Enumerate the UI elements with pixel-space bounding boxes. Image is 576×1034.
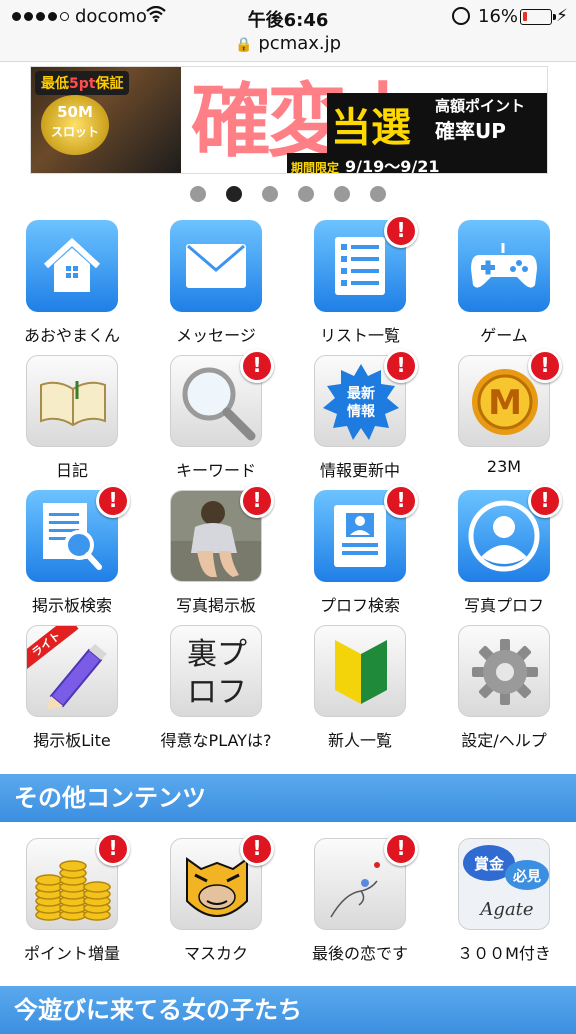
notification-badge-icon: ! [384, 349, 418, 383]
svg-text:最新: 最新 [347, 385, 375, 402]
svg-text:Agate: Agate [478, 899, 533, 920]
other-tile-3[interactable]: 賞金 必見 Agate ３００M付き [432, 838, 576, 972]
pager-dot[interactable] [370, 186, 386, 202]
envelope-icon [170, 220, 262, 312]
pager-dot[interactable] [334, 186, 350, 202]
house-icon [26, 220, 118, 312]
tile-label: 情報更新中 [319, 461, 400, 480]
tile-label: 掲示板Lite [33, 731, 111, 750]
tile-label: 掲示板検索 [31, 596, 112, 615]
main-menu-grid: あおやまくん メッセージ! リスト一覧 ゲーム 日記! キーワード 最新 情報! 情報更新中 M!… [0, 214, 576, 760]
pager-dot[interactable] [298, 186, 314, 202]
other-tile-1[interactable]: ! マスカク [144, 832, 288, 972]
tile-label: 写真掲示板 [175, 596, 256, 615]
tile-label: マスカク [183, 944, 248, 963]
tile-label: プロフ検索 [319, 596, 400, 615]
gear-icon [458, 625, 550, 717]
menu-tile-10[interactable]: ! プロフ検索 [288, 484, 432, 624]
padlock-icon: 🔒 [234, 37, 253, 53]
tile-label: ３００M付き [457, 944, 551, 963]
pager-dot[interactable] [226, 186, 242, 202]
battery-icon [520, 9, 556, 25]
tile-label: 写真プロフ [463, 596, 544, 615]
menu-tile-4[interactable]: 日記 [0, 355, 144, 489]
slot-coin-badge: 50M スロット [41, 95, 109, 155]
open-book-icon [26, 355, 118, 447]
svg-text:裏プ: 裏プ [187, 637, 247, 672]
address-bar[interactable]: 🔒 pcmax.jp [0, 33, 576, 54]
menu-tile-5[interactable]: ! キーワード [144, 349, 288, 489]
svg-text:賞金: 賞金 [474, 855, 505, 873]
charging-bolt-icon: ⚡ [556, 6, 568, 26]
notification-badge-icon: ! [384, 214, 418, 248]
svg-text:情報: 情報 [347, 403, 376, 420]
menu-tile-12[interactable]: ライト掲示板Lite [0, 625, 144, 759]
notification-badge-icon: ! [96, 832, 130, 866]
status-bar: docomo 午後6:46 16% ⚡ 🔒 pcmax.jp [0, 0, 576, 62]
other-tile-2[interactable]: ! 最後の恋です [288, 832, 432, 972]
tile-label: 最後の恋です [311, 944, 408, 963]
menu-tile-9[interactable]: ! 写真掲示板 [144, 484, 288, 624]
handwritten-text-icon: 裏プ ロフ [170, 625, 262, 717]
other-tile-0[interactable]: ! ポイント増量 [0, 832, 144, 972]
gamepad-icon [458, 220, 550, 312]
banner-kogaku: 高額ポイント [435, 97, 526, 115]
banner-tousen: 当選 [331, 105, 411, 151]
tile-label: キーワード [175, 461, 256, 480]
menu-tile-7[interactable]: M! 23M [432, 349, 576, 489]
carousel-pager[interactable] [0, 186, 576, 202]
other-contents-grid: ! ポイント増量! マスカク! 最後の恋です 賞金 必見 Agate ３００M付き [0, 832, 576, 972]
tile-label: あおやまくん [23, 326, 120, 345]
promo-banner[interactable]: 確変中 最低5pt保証 50M スロット 当選 高額ポイント 確率UP 期間限定 9… [30, 66, 548, 174]
menu-tile-0[interactable]: あおやまくん [0, 220, 144, 354]
banner-period: 期間限定 9/19～9/21 [287, 153, 444, 173]
tile-label: ポイント増量 [23, 944, 120, 963]
section-header-other: その他コンテンツ [0, 774, 576, 822]
menu-tile-3[interactable]: ゲーム [432, 220, 576, 354]
menu-tile-6[interactable]: 最新 情報! 情報更新中 [288, 349, 432, 489]
notification-badge-icon: ! [384, 832, 418, 866]
notification-badge-icon: ! [528, 349, 562, 383]
notification-badge-icon: ! [384, 484, 418, 518]
notification-badge-icon: ! [240, 349, 274, 383]
url-text: pcmax.jp [258, 33, 342, 54]
menu-tile-11[interactable]: ! 写真プロフ [432, 484, 576, 624]
section-header-girls: 今遊びに来てる女の子たち [0, 986, 576, 1034]
menu-tile-15[interactable]: 設定/ヘルプ [432, 625, 576, 759]
svg-text:ロフ: ロフ [187, 675, 247, 710]
tile-label: 得意なPLAYは? [160, 731, 272, 750]
tile-label: 23M [486, 457, 522, 476]
notification-badge-icon: ! [528, 484, 562, 518]
agate-icon: 賞金 必見 Agate [458, 838, 550, 930]
pager-dot[interactable] [190, 186, 206, 202]
menu-tile-1[interactable]: メッセージ [144, 220, 288, 354]
svg-text:必見: 必見 [512, 868, 541, 885]
menu-tile-13[interactable]: 裏プ ロフ得意なPLAYは? [144, 625, 288, 759]
menu-tile-2[interactable]: ! リスト一覧 [288, 214, 432, 354]
tile-label: ゲーム [480, 326, 528, 345]
tile-label: リスト一覧 [319, 326, 400, 345]
beginner-mark-icon [314, 625, 406, 717]
notification-badge-icon: ! [96, 484, 130, 518]
min-guarantee-tag: 最低5pt保証 [35, 71, 130, 95]
menu-tile-8[interactable]: ! 掲示板検索 [0, 484, 144, 624]
notification-badge-icon: ! [240, 832, 274, 866]
pager-dot[interactable] [262, 186, 278, 202]
banner-kakuritsu: 確率UP [435, 119, 506, 143]
tile-label: メッセージ [176, 326, 256, 345]
notification-badge-icon: ! [240, 484, 274, 518]
rotation-lock-icon [452, 7, 470, 25]
tile-label: 新人一覧 [327, 731, 392, 750]
pencil-icon: ライト [26, 625, 118, 717]
tile-label: 設定/ヘルプ [461, 731, 547, 750]
svg-text:M: M [488, 383, 522, 423]
tile-label: 日記 [55, 461, 88, 480]
menu-tile-14[interactable]: 新人一覧 [288, 625, 432, 759]
battery-percent: 16% [478, 6, 519, 27]
